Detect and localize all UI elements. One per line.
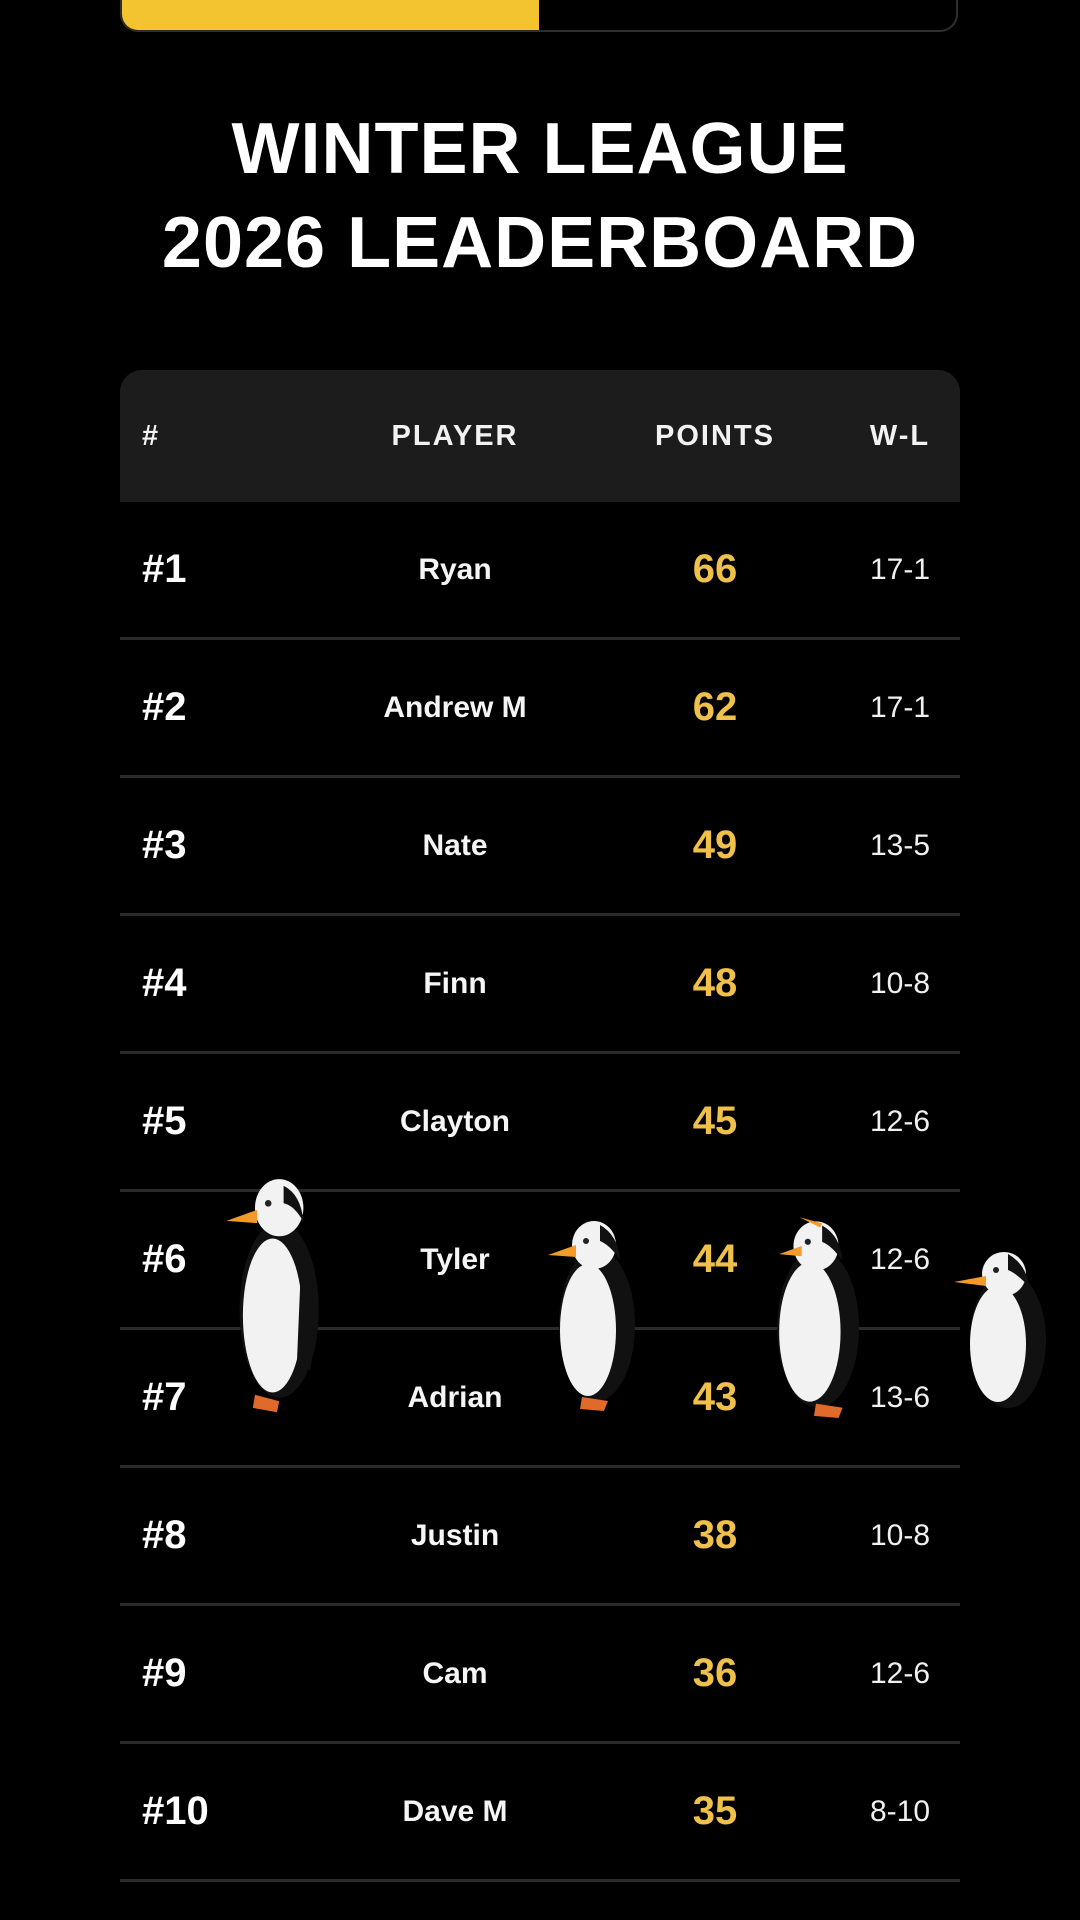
player-cell: Cam [422, 1656, 488, 1690]
table-row: #4 Finn 48 10-8 [120, 916, 960, 1054]
wl-cell: 10-8 [869, 966, 931, 1000]
header-points: POINTS [655, 419, 775, 452]
player-cell: Clayton [399, 1104, 510, 1138]
progress-bar [120, 0, 958, 32]
points-cell: 66 [692, 547, 738, 591]
points-cell: 45 [692, 1099, 738, 1143]
player-cell: Justin [410, 1518, 500, 1552]
header-wl: W-L [869, 419, 931, 452]
table-row: #3 Nate 49 13-5 [120, 778, 960, 916]
player-cell: Finn [423, 966, 487, 1000]
wl-cell: 17-1 [869, 690, 931, 724]
title-line-2: 2026 LEADERBOARD [161, 203, 919, 283]
points-cell: 48 [692, 961, 738, 1005]
table-row: #10 Dave M 35 8-10 [120, 1744, 960, 1882]
table-row: #8 Justin 38 10-8 [120, 1468, 960, 1606]
points-cell: 62 [692, 685, 738, 729]
rank-cell: #2 [142, 685, 187, 729]
penguin-icon [226, 1179, 319, 1413]
player-cell: Andrew M [383, 690, 527, 724]
points-cell: 36 [692, 1651, 738, 1695]
rank-cell: #5 [142, 1099, 187, 1143]
leaderboard-table: # PLAYER POINTS W-L #1 Ryan 66 17-1 #2 Andrew… [120, 370, 960, 1882]
rank-cell: #1 [142, 547, 187, 591]
penguin-icon [548, 1221, 635, 1411]
wl-cell: 8-10 [869, 1794, 931, 1828]
points-cell: 38 [692, 1513, 738, 1557]
table-row: #9 Cam 36 12-6 [120, 1606, 960, 1744]
player-cell: Ryan [418, 552, 492, 586]
wl-cell: 12-6 [869, 1104, 931, 1138]
table-header: # PLAYER POINTS W-L [120, 370, 960, 502]
penguin-icon [777, 1217, 859, 1418]
wl-cell: 13-5 [869, 828, 931, 862]
player-cell: Dave M [402, 1794, 508, 1828]
wl-cell: 17-1 [869, 552, 931, 586]
rank-cell: #10 [142, 1789, 209, 1833]
header-player: PLAYER [391, 419, 519, 452]
player-cell: Nate [422, 828, 488, 862]
title-line-1: WINTER LEAGUE [231, 109, 849, 189]
rank-cell: #4 [142, 961, 187, 1005]
page-title: WINTER LEAGUE 2026 LEADERBOARD [0, 102, 1080, 290]
wl-cell: 12-6 [869, 1656, 931, 1690]
penguin-icon [954, 1252, 1046, 1408]
points-cell: 49 [692, 823, 738, 867]
wl-cell: 10-8 [869, 1518, 931, 1552]
table-row: #1 Ryan 66 17-1 [120, 502, 960, 640]
points-cell: 35 [692, 1789, 738, 1833]
progress-fill [122, 0, 539, 30]
rank-cell: #9 [142, 1651, 187, 1695]
header-rank: # [142, 419, 161, 452]
rank-cell: #3 [142, 823, 187, 867]
table-row: #2 Andrew M 62 17-1 [120, 640, 960, 778]
rank-cell: #8 [142, 1513, 187, 1557]
